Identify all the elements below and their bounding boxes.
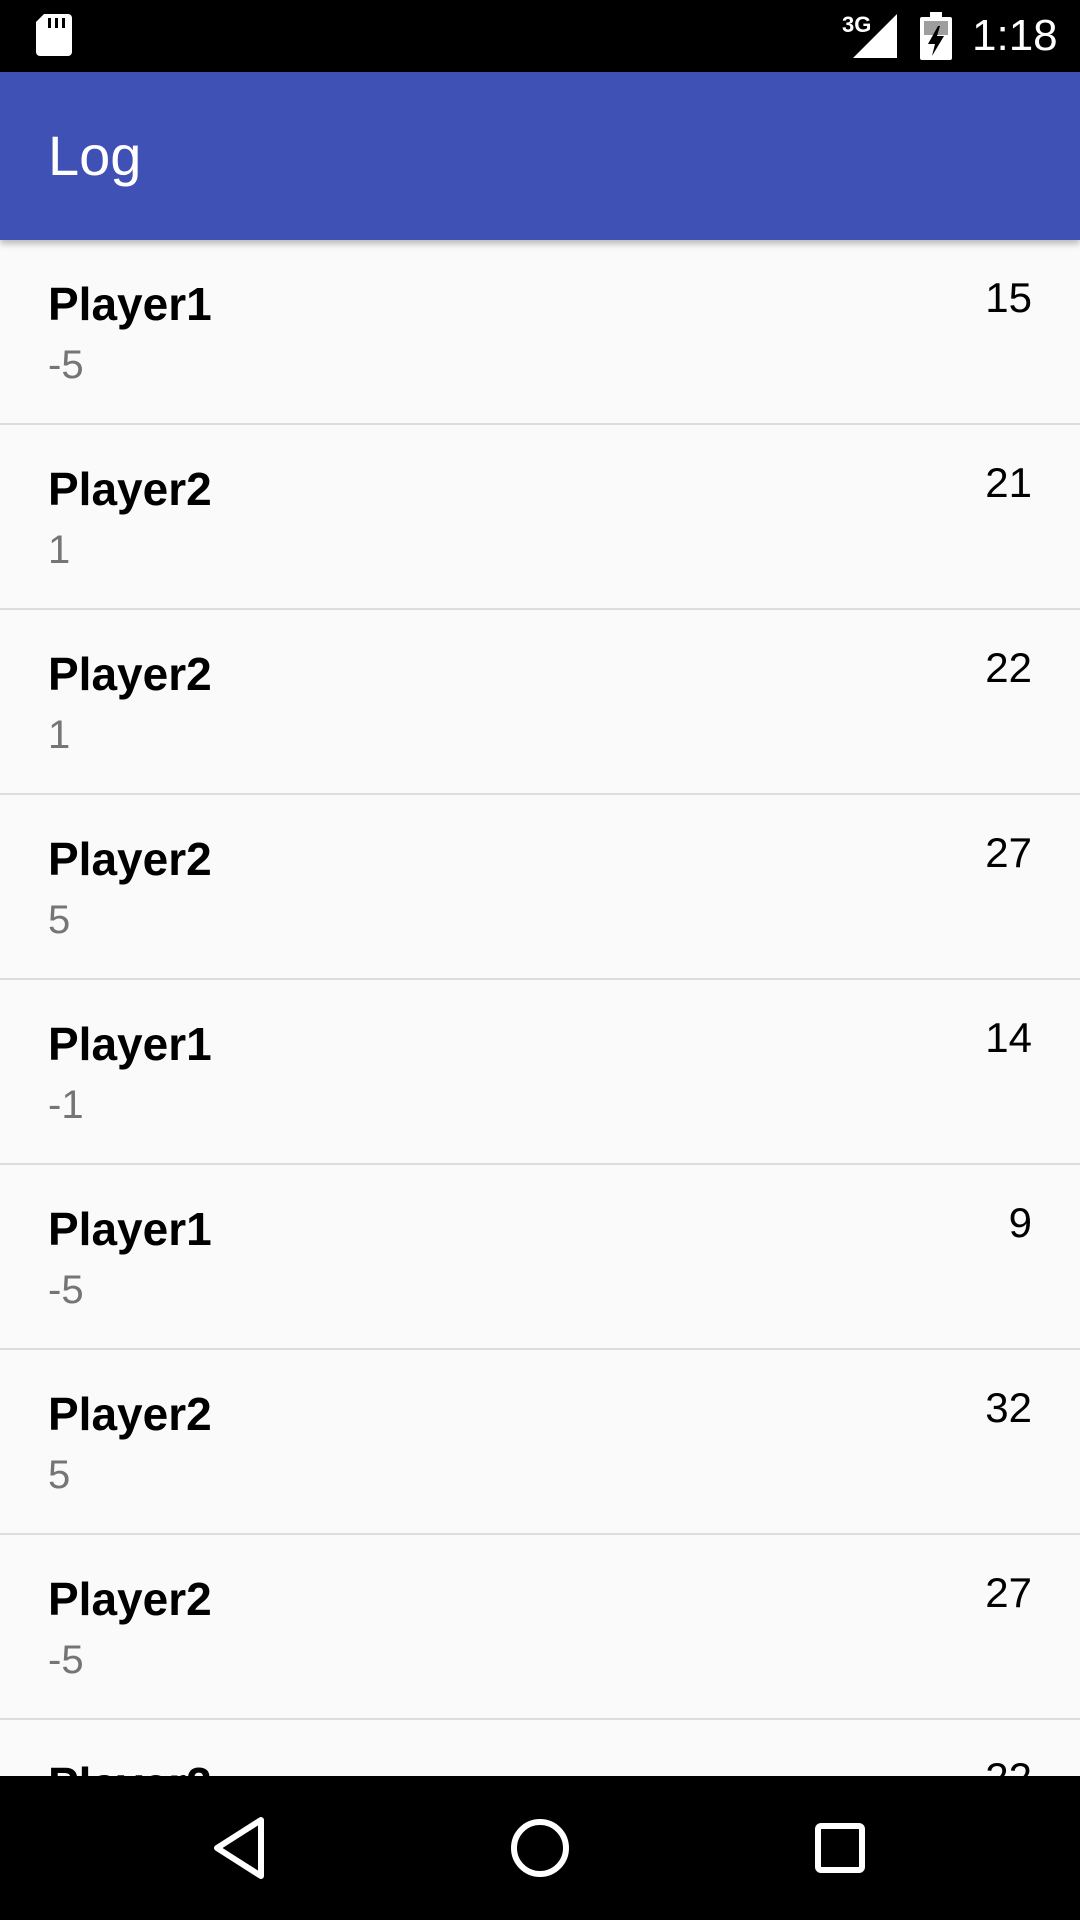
score-total: 14	[985, 1014, 1032, 1061]
player-name: Player2	[48, 1388, 212, 1440]
log-list[interactable]: Player1 -5 15 Player2 1 21 Player2 1 22 …	[0, 240, 1080, 1776]
list-item[interactable]: Player2 -5 27	[0, 1535, 1080, 1720]
player-name: Player1	[48, 1203, 212, 1255]
sd-card-icon	[36, 14, 72, 56]
signal-icon	[853, 14, 897, 58]
list-item[interactable]: Player2 5 32	[0, 1350, 1080, 1535]
list-item[interactable]: Player1 -1 14	[0, 980, 1080, 1165]
score-total: 27	[985, 829, 1032, 876]
clock: 1:18	[972, 11, 1058, 60]
score-delta: 5	[48, 898, 71, 942]
home-icon[interactable]	[504, 1812, 576, 1884]
player-name: Player1	[48, 278, 212, 330]
recents-icon[interactable]	[804, 1812, 876, 1884]
score-total: 22	[985, 644, 1032, 691]
app-bar: Log	[0, 72, 1080, 240]
list-item[interactable]: Player2 5 27	[0, 795, 1080, 980]
score-delta: -1	[48, 1083, 84, 1127]
list-item[interactable]: Player2 1 22	[0, 610, 1080, 795]
player-name: Player2	[48, 648, 212, 700]
status-bar: 3G 1:18	[0, 0, 1080, 72]
score-delta: -5	[48, 1268, 84, 1312]
score-delta: 5	[48, 1453, 71, 1497]
page-title: Log	[48, 124, 142, 187]
list-item[interactable]: Player2 22	[0, 1720, 1080, 1776]
player-name: Player2	[48, 833, 212, 885]
player-name: Player2	[48, 1573, 212, 1625]
score-total: 15	[985, 274, 1032, 321]
player-name: Player2	[48, 463, 212, 515]
score-total: 21	[985, 459, 1032, 506]
list-item[interactable]: Player2 1 21	[0, 425, 1080, 610]
score-delta: 1	[48, 713, 71, 757]
battery-charging-icon	[920, 12, 952, 60]
back-icon[interactable]	[205, 1812, 277, 1884]
list-item[interactable]: Player1 -5 15	[0, 240, 1080, 425]
score-delta: 1	[48, 528, 71, 572]
score-delta: -5	[48, 343, 84, 387]
player-name: Player1	[48, 1018, 212, 1070]
player-name: Player2	[48, 1756, 212, 1776]
score-total: 22	[985, 1752, 1032, 1776]
navigation-bar	[0, 1776, 1080, 1920]
score-total: 27	[985, 1569, 1032, 1616]
score-total: 9	[1008, 1199, 1032, 1246]
list-item[interactable]: Player1 -5 9	[0, 1165, 1080, 1350]
score-delta: -5	[48, 1638, 84, 1682]
score-total: 32	[985, 1384, 1032, 1431]
